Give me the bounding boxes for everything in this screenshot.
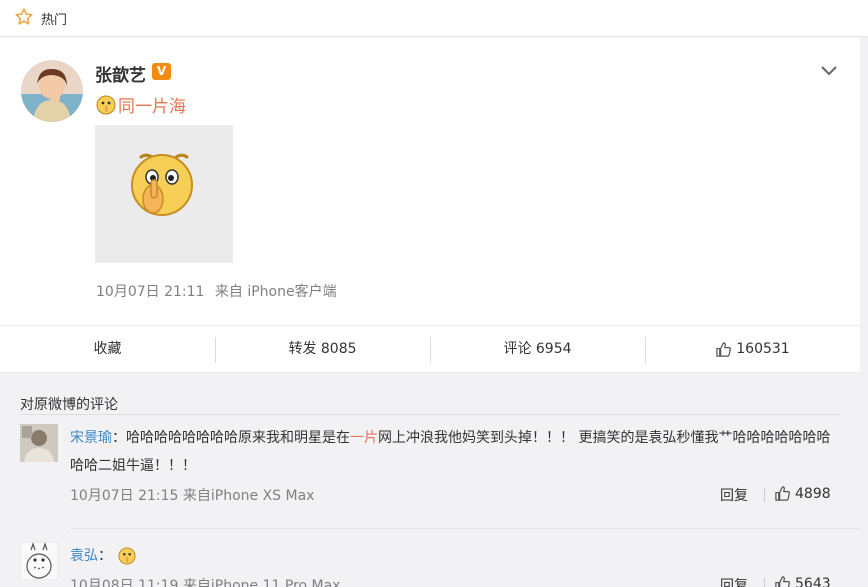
shush-emoji-icon	[96, 95, 116, 114]
comment-text-part: 哈哈哈哈哈哈哈哈原来我和明星是在	[126, 430, 350, 446]
post-meta: 10月07日 21:11 来自 iPhone客户端	[96, 281, 337, 301]
star-outline-icon	[15, 8, 33, 25]
weibo-post: 张歆艺 V 同一片海 10月07日 21:11 来自 iPhone客户端	[0, 38, 860, 325]
author-name[interactable]: 张歆艺	[95, 61, 146, 86]
comment-highlight[interactable]: 一片	[350, 430, 378, 446]
commenter-avatar[interactable]	[20, 424, 58, 462]
name-colon: ：	[98, 548, 112, 564]
comment-text: 袁弘：	[70, 542, 840, 570]
shush-emoji-icon	[131, 153, 193, 216]
name-colon: ：	[112, 430, 126, 446]
comment-like-count: 4898	[795, 485, 831, 502]
post-image[interactable]	[95, 125, 233, 263]
thumbs-up-icon	[775, 486, 790, 501]
post-link-text[interactable]: 同一片海	[118, 92, 186, 117]
like-button[interactable]: 160531	[645, 326, 860, 372]
comment-like-count: 5643	[795, 575, 831, 587]
like-count: 160531	[736, 341, 790, 357]
comments-title: 对原微博的评论	[20, 397, 118, 413]
comment-divider	[70, 528, 860, 529]
comment-text: 宋景瑜：哈哈哈哈哈哈哈哈原来我和明星是在一片网上冲浪我他妈笑到头掉！！！ 更搞笑…	[70, 424, 840, 480]
comment-meta: 10月08日 11:19 来自iPhone 11 Pro Max	[70, 578, 341, 587]
post-text: 同一片海	[96, 92, 186, 117]
comments-divider	[20, 414, 840, 415]
shush-emoji-icon	[118, 547, 136, 565]
thumbs-up-icon	[775, 576, 790, 587]
avatar[interactable]	[21, 60, 83, 122]
separator	[764, 578, 765, 587]
comment-item: 袁弘： 10月08日 11:19 来自iPhone 11 Pro Max 回复 …	[20, 542, 840, 587]
post-time[interactable]: 10月07日 21:11	[96, 284, 204, 300]
favorite-label: 收藏	[93, 341, 122, 357]
comment-like-button[interactable]: 5643	[774, 575, 831, 587]
verified-badge-icon: V	[152, 63, 171, 80]
comment-meta: 10月07日 21:15 来自iPhone XS Max	[70, 488, 315, 504]
hot-header: 热门	[0, 0, 868, 37]
commenter-name[interactable]: 袁弘	[70, 542, 98, 570]
repost-button[interactable]: 转发 8085	[215, 326, 430, 372]
commenter-name[interactable]: 宋景瑜	[70, 430, 112, 446]
action-bar: 收藏 转发 8085 评论 6954 160531	[0, 325, 860, 373]
post-source: 来自 iPhone客户端	[214, 284, 337, 300]
comment-like-button[interactable]: 4898	[774, 485, 831, 502]
reply-button[interactable]: 回复	[720, 575, 748, 587]
reply-button[interactable]: 回复	[720, 485, 748, 505]
repost-label: 转发 8085	[288, 341, 357, 357]
thumbs-up-icon	[716, 341, 732, 357]
comment-button[interactable]: 评论 6954	[430, 326, 645, 372]
hot-label: 热门	[41, 13, 68, 28]
commenter-avatar[interactable]	[20, 542, 58, 580]
separator	[764, 488, 765, 502]
favorite-button[interactable]: 收藏	[0, 326, 215, 372]
comment-label: 评论 6954	[503, 341, 572, 357]
chevron-down-icon[interactable]	[819, 64, 839, 78]
comment-item: 宋景瑜：哈哈哈哈哈哈哈哈原来我和明星是在一片网上冲浪我他妈笑到头掉！！！ 更搞笑…	[20, 424, 840, 524]
